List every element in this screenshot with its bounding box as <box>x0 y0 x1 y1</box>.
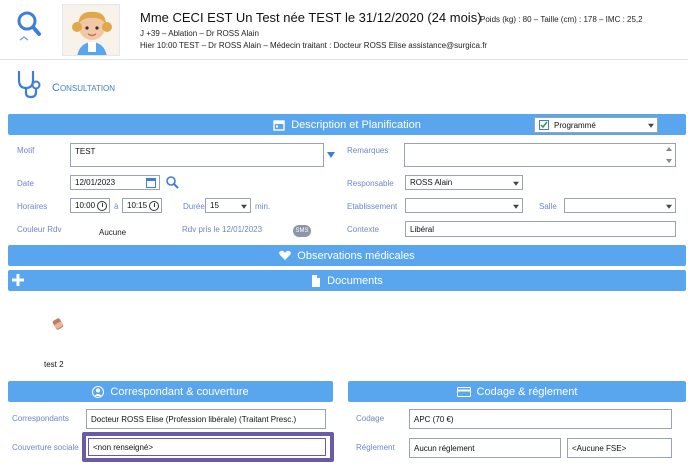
patient-vitals: Poids (kg) : 80 – Taille (cm) : 178 – IM… <box>480 15 643 24</box>
observations-section-title: Observations médicales <box>297 249 415 262</box>
status-select[interactable]: Programmé <box>534 117 658 133</box>
contexte-field[interactable]: Libéral <box>405 221 676 237</box>
duree-select[interactable]: 15 <box>205 198 251 213</box>
couverture-field[interactable]: <non renseigné> <box>88 438 326 456</box>
credit-card-icon <box>456 386 471 397</box>
responsable-select[interactable]: ROSS Alain <box>405 175 523 190</box>
chevron-down-icon <box>513 181 519 186</box>
search-date-icon[interactable] <box>165 175 179 189</box>
chevron-down-icon <box>513 204 519 209</box>
add-document-plus-icon[interactable] <box>11 273 25 287</box>
date-label: Date <box>17 179 34 188</box>
time-separator: à <box>114 202 119 211</box>
search-icon[interactable] <box>14 8 48 44</box>
correspondants-field[interactable]: Docteur ROSS Elise (Profession libérale)… <box>86 409 326 429</box>
reglement-field[interactable]: Aucun réglement <box>409 438 561 458</box>
codage-value: APC (70 €) <box>414 414 454 424</box>
couverture-value: <non renseigné> <box>93 442 154 452</box>
stethoscope-icon <box>14 68 44 100</box>
date-value: 12/01/2023 <box>75 178 116 187</box>
correspondant-section-header[interactable]: Correspondant & couverture <box>8 381 333 402</box>
documents-section-title: Documents <box>327 274 383 287</box>
sms-icon[interactable]: SMS <box>293 225 311 237</box>
date-field[interactable]: 12/01/2023 <box>70 175 160 190</box>
remarques-label: Remarques <box>347 146 389 155</box>
observations-section-header[interactable]: Observations médicales <box>8 245 686 266</box>
contexte-label: Contexte <box>347 225 380 234</box>
documents-section-header[interactable]: Documents <box>8 270 686 291</box>
header: Mme CECI EST Un Test née TEST le 31/12/2… <box>0 0 688 60</box>
clock-icon[interactable] <box>97 201 107 211</box>
checkbox-icon <box>539 120 549 130</box>
motif-value: TEST <box>75 147 96 156</box>
reglement-value: Aucun réglement <box>414 443 475 453</box>
reglement-label: Réglement <box>356 443 395 452</box>
couleur-value[interactable]: Aucune <box>99 228 126 237</box>
end-time-value: 10:15 <box>127 201 148 210</box>
salle-label: Salle <box>539 202 557 211</box>
end-time-field[interactable]: 10:15 <box>122 198 162 213</box>
motif-dropdown-icon[interactable] <box>327 152 335 158</box>
couverture-label: Couverture sociale <box>12 443 79 452</box>
sms-label: SMS <box>295 228 309 234</box>
responsable-label: Responsable <box>347 179 394 188</box>
start-time-value: 10:00 <box>75 201 96 210</box>
description-section-title: Description et Planification <box>291 118 421 131</box>
duree-label: Durée <box>183 202 205 211</box>
correspondant-section-title: Correspondant & couverture <box>110 385 249 398</box>
document-item-label[interactable]: test 2 <box>44 360 64 369</box>
etablissement-label: Etablissement <box>347 202 398 211</box>
correspondants-label: Correspondants <box>12 414 69 423</box>
scroll-down-icon[interactable] <box>666 159 672 163</box>
codage-field[interactable]: APC (70 €) <box>409 409 672 429</box>
codage-section-title: Codage & réglement <box>476 385 578 398</box>
document-thumbnail-icon[interactable] <box>52 318 64 330</box>
start-time-field[interactable]: 10:00 <box>70 198 110 213</box>
person-icon <box>92 385 105 398</box>
horaires-label: Horaires <box>17 202 48 211</box>
motif-field[interactable]: TEST <box>70 143 324 167</box>
couleur-label: Couleur Rdv <box>17 225 62 234</box>
contexte-value: Libéral <box>410 224 435 234</box>
etablissement-select[interactable] <box>405 198 523 213</box>
clock-icon[interactable] <box>149 201 159 211</box>
chevron-down-icon <box>666 204 672 209</box>
motif-label: Motif <box>17 146 35 155</box>
header-line-2: J +39 – Ablation – Dr ROSS Alain <box>140 29 259 38</box>
scroll-up-icon[interactable] <box>666 147 672 151</box>
chevron-down-icon <box>648 123 654 128</box>
duree-unit: min. <box>255 202 271 211</box>
codage-section-header[interactable]: Codage & réglement <box>348 381 686 402</box>
duree-value: 15 <box>210 201 219 210</box>
documents-area <box>8 292 686 372</box>
patient-title: Mme CECI EST Un Test née TEST le 31/12/2… <box>140 10 482 25</box>
remarques-field[interactable] <box>404 143 676 167</box>
rdv-pris-text: Rdv pris le 12/01/2023 <box>182 225 263 234</box>
heart-icon <box>279 250 292 261</box>
patient-avatar <box>62 4 120 56</box>
status-select-value: Programmé <box>554 120 596 130</box>
salle-select[interactable] <box>564 198 676 213</box>
fse-value: <Aucune FSE> <box>572 443 627 453</box>
codage-label: Codage <box>356 414 385 423</box>
calendar-picker-icon[interactable] <box>146 178 156 188</box>
consultation-title: Consultation <box>52 82 116 94</box>
document-icon <box>311 274 321 287</box>
chevron-down-icon <box>241 204 247 209</box>
responsable-value: ROSS Alain <box>410 178 453 187</box>
correspondants-value: Docteur ROSS Elise (Profession libérale)… <box>91 414 297 424</box>
header-line-3: Hier 10:00 TEST – Dr ROSS Alain – Médeci… <box>140 41 488 50</box>
calendar-icon <box>273 119 285 131</box>
fse-field[interactable]: <Aucune FSE> <box>567 438 672 458</box>
